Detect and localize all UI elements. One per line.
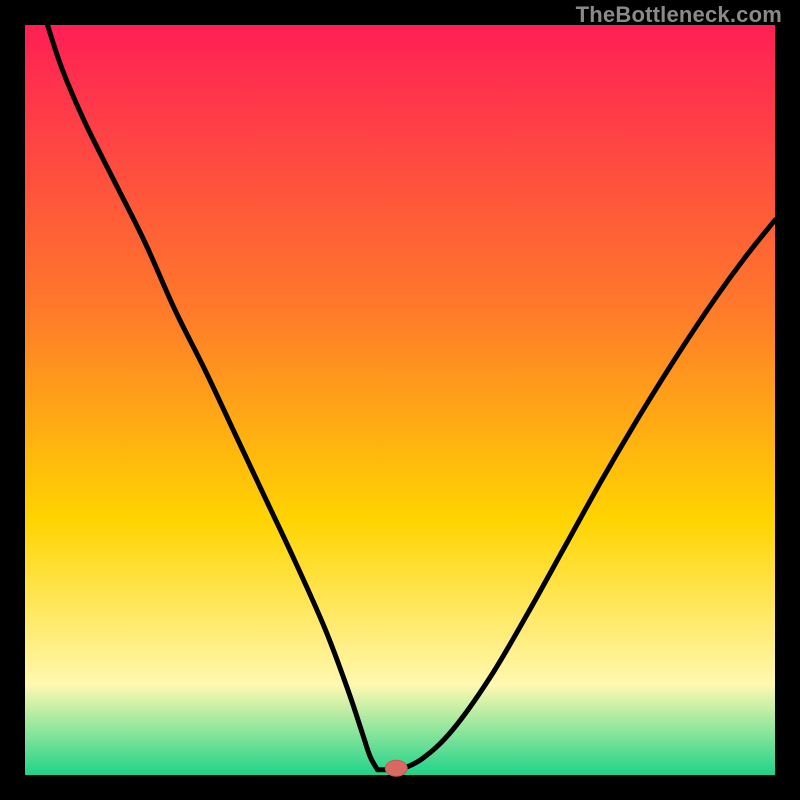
bottleneck-chart <box>0 0 800 800</box>
chart-frame: TheBottleneck.com <box>0 0 800 800</box>
optimum-marker <box>385 760 407 776</box>
plot-background <box>25 25 775 775</box>
watermark-text: TheBottleneck.com <box>576 2 782 28</box>
